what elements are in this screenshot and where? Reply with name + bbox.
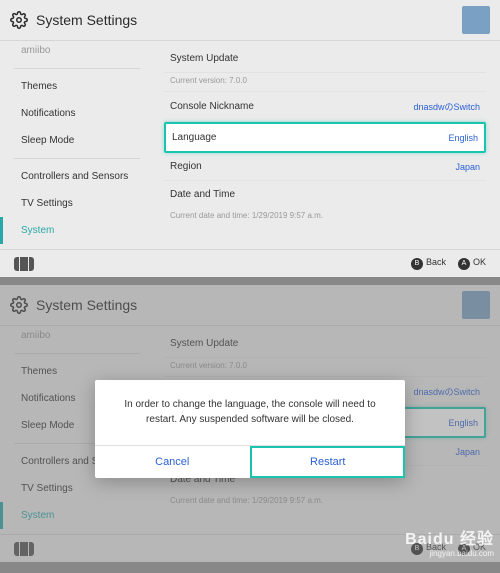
sidebar-item-amiibo[interactable]: amiibo (0, 330, 150, 349)
settings-screen-2: System Settings amiibo Themes Notificati… (0, 285, 500, 562)
sidebar-item-sleep-mode[interactable]: Sleep Mode (0, 127, 150, 154)
footer-back[interactable]: BBack (411, 542, 446, 555)
row-date-time[interactable]: Date and Time (164, 181, 486, 208)
page-title: System Settings (36, 12, 137, 28)
restart-modal: In order to change the language, the con… (95, 380, 405, 478)
user-avatar[interactable] (462, 291, 490, 319)
modal-message: In order to change the language, the con… (95, 380, 405, 445)
sidebar-item-system[interactable]: System (0, 217, 150, 244)
sidebar-item-system[interactable]: System (0, 502, 150, 529)
row-system-update[interactable]: System Update (164, 45, 486, 73)
footer-ok[interactable]: AOK (458, 257, 486, 270)
content-panel: System Update Current version: 7.0.0 Con… (150, 41, 500, 249)
settings-screen-1: System Settings amiibo Themes Notificati… (0, 0, 500, 277)
footer-ok[interactable]: AOK (458, 542, 486, 555)
system-update-version: Current version: 7.0.0 (164, 358, 486, 377)
row-language[interactable]: LanguageEnglish (164, 122, 486, 153)
gear-icon (10, 296, 28, 314)
date-time-value: Current date and time: 1/29/2019 9:57 a.… (164, 493, 486, 511)
header: System Settings (0, 0, 500, 40)
page-title: System Settings (36, 297, 137, 313)
footer-back[interactable]: BBack (411, 257, 446, 270)
sidebar: amiibo Themes Notifications Sleep Mode C… (0, 41, 150, 249)
sidebar-item-notifications[interactable]: Notifications (0, 100, 150, 127)
gear-icon (10, 11, 28, 29)
sidebar-item-tv-settings[interactable]: TV Settings (0, 475, 150, 502)
row-region[interactable]: RegionJapan (164, 153, 486, 181)
footer: BBack AOK (0, 250, 500, 277)
header: System Settings (0, 285, 500, 325)
user-avatar[interactable] (462, 6, 490, 34)
system-update-version: Current version: 7.0.0 (164, 73, 486, 92)
sidebar-item-controllers[interactable]: Controllers and Sensors (0, 163, 150, 190)
footer: BBack AOK (0, 535, 500, 562)
row-console-nickname[interactable]: Console NicknamednasdwのSwitch (164, 92, 486, 122)
controller-icon (14, 257, 34, 271)
sidebar-item-amiibo[interactable]: amiibo (0, 45, 150, 64)
sidebar-item-themes[interactable]: Themes (0, 73, 150, 100)
date-time-value: Current date and time: 1/29/2019 9:57 a.… (164, 208, 486, 226)
row-system-update[interactable]: System Update (164, 330, 486, 358)
sidebar-item-tv-settings[interactable]: TV Settings (0, 190, 150, 217)
restart-button[interactable]: Restart (250, 446, 406, 478)
cancel-button[interactable]: Cancel (95, 446, 250, 478)
controller-icon (14, 542, 34, 556)
